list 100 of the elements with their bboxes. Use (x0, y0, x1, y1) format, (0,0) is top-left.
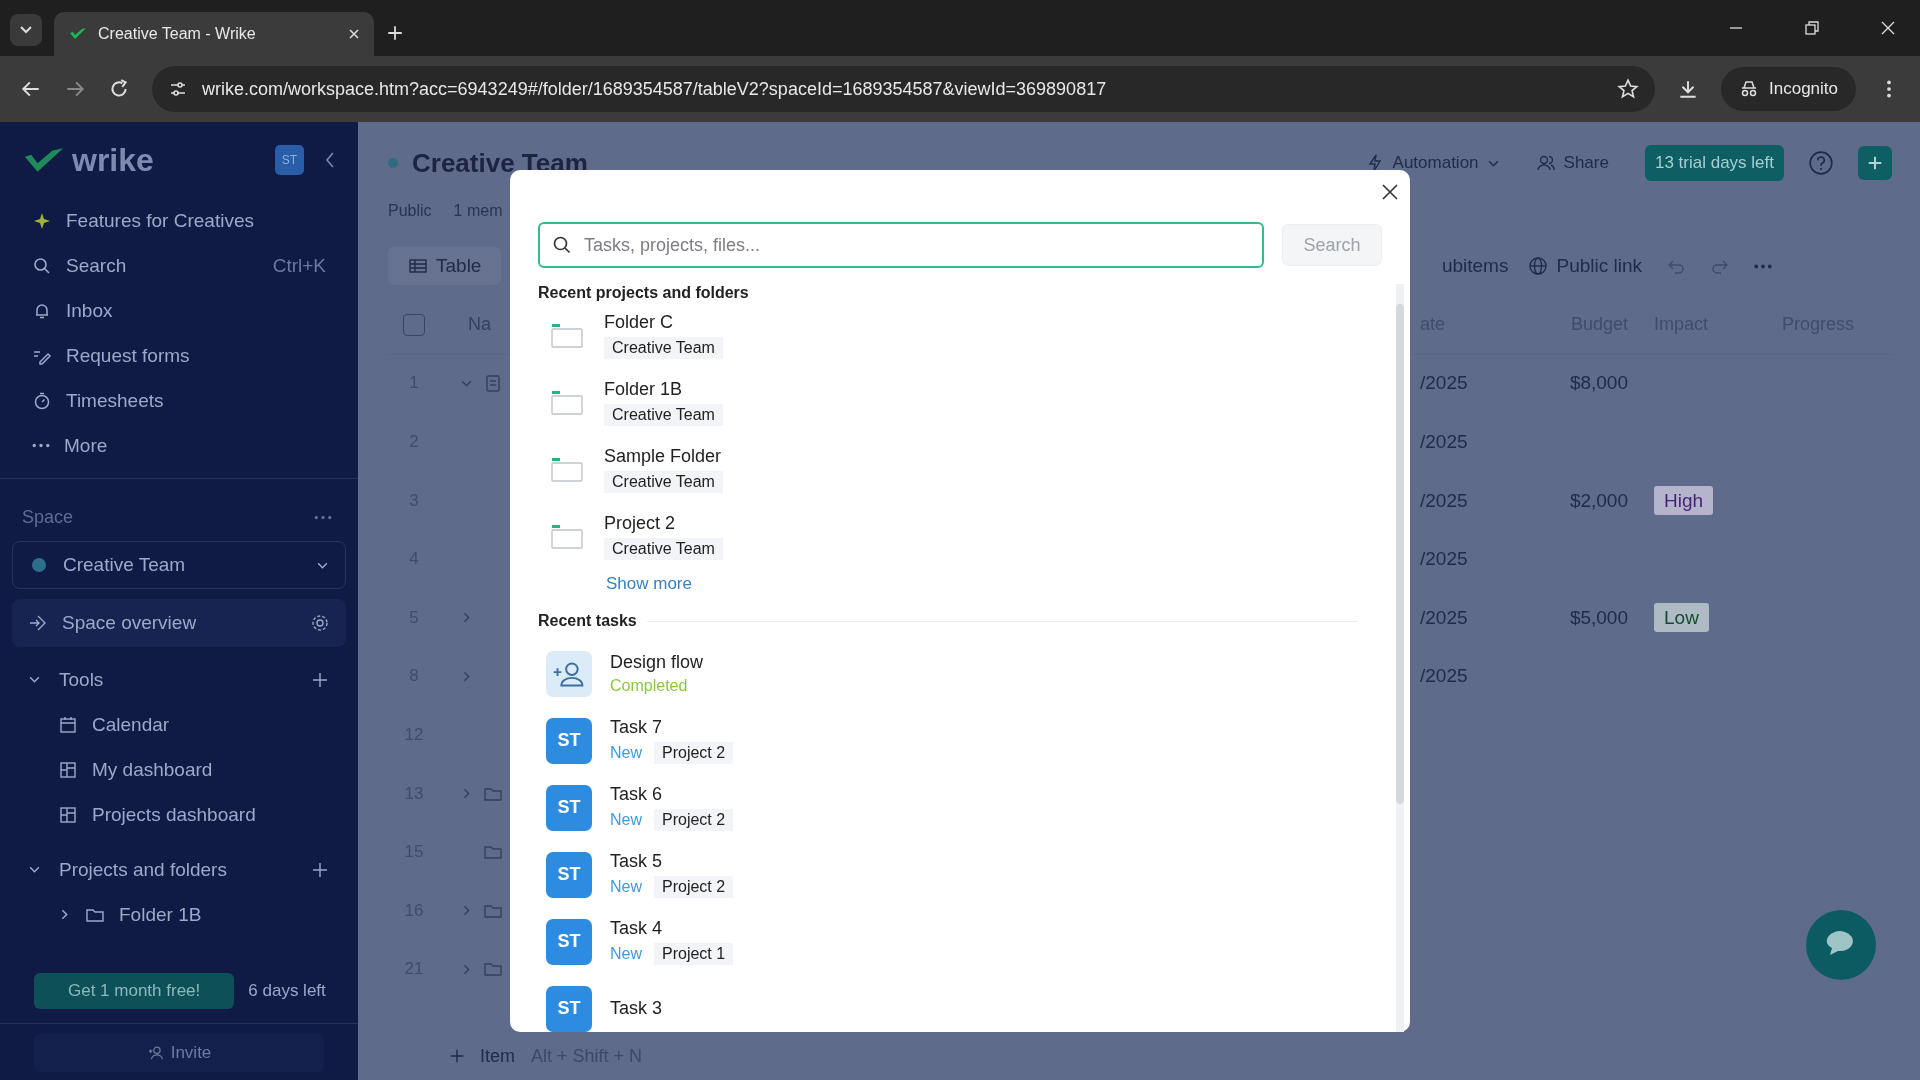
site-settings-icon[interactable] (168, 79, 188, 99)
budget-cell: $8,000 (1569, 372, 1628, 394)
task-title: Task 6 (610, 784, 663, 805)
item-title: Folder C (604, 312, 674, 333)
task-title: Task 4 (610, 918, 663, 939)
tab-list-icon[interactable] (10, 14, 42, 46)
dashboard-icon (58, 804, 78, 825)
browser-tab[interactable]: Creative Team - Wrike (54, 12, 374, 56)
project-tag: Project 1 (654, 943, 734, 965)
trial-button[interactable]: 13 trial days left (1644, 145, 1784, 181)
star-icon[interactable] (1617, 78, 1639, 100)
new-tab-icon[interactable] (386, 24, 404, 42)
restore-icon[interactable] (1804, 20, 1820, 36)
close-icon[interactable] (1380, 182, 1400, 202)
chat-icon[interactable] (1806, 910, 1876, 980)
collapse-icon[interactable] (324, 150, 336, 170)
sidebar-item[interactable]: Calendar (12, 702, 346, 747)
show-more-link[interactable]: Show more (606, 574, 692, 594)
date-cell: /2025 (1420, 548, 1468, 570)
space-tag: Creative Team (604, 404, 723, 426)
status-label: New (610, 878, 642, 896)
download-icon[interactable] (1677, 78, 1699, 100)
search-field[interactable]: Tasks, projects, files... (538, 222, 1264, 268)
status-label: New (610, 945, 642, 963)
enter-icon (28, 613, 48, 633)
recent-task-item[interactable]: ST Task 5 New Project 2 (538, 841, 1388, 908)
task-title: Design flow (610, 652, 704, 673)
section-header[interactable]: Projects and folders (12, 847, 346, 892)
add-button[interactable] (1858, 146, 1892, 180)
sidebar-item[interactable]: Request forms (12, 333, 346, 378)
recent-task-item[interactable]: ST Task 7 New Project 2 (538, 707, 1388, 774)
scroll-thumb[interactable] (1396, 304, 1404, 804)
clipboard-icon (483, 373, 503, 394)
gear-icon[interactable] (310, 613, 330, 633)
sidebar-item[interactable]: Timesheets (12, 378, 346, 423)
sidebar-item[interactable]: More (12, 423, 346, 468)
recent-task-item[interactable]: ST Task 3 (538, 975, 1388, 1032)
address-bar[interactable]: wrike.com/workspace.htm?acc=6943249#/folder/1689354587/tableV2?spaceId=1689354587&viewId=369890817 (152, 66, 1655, 112)
recent-task-item[interactable]: ST Task 6 New Project 2 (538, 774, 1388, 841)
space-dropdown[interactable]: Creative Team (12, 541, 346, 589)
space-tag: Creative Team (604, 337, 723, 359)
reload-icon[interactable] (108, 78, 130, 100)
sidebar-item[interactable]: Folder 1B (12, 892, 346, 937)
tab-title: Creative Team - Wrike (98, 25, 257, 43)
promo-button[interactable]: Get 1 month free! (34, 973, 235, 1009)
recent-project-item[interactable]: Folder C Creative Team (538, 302, 1388, 369)
folder-icon (550, 456, 584, 483)
budget-cell: $5,000 (1569, 606, 1628, 628)
url-text: wrike.com/workspace.htm?acc=6943249#/folder/1689354587/tableV2?spaceId=1689354587&viewId=369890817 (202, 78, 1107, 100)
user-avatar: ST (546, 985, 592, 1032)
profile-label: Incognito (1769, 79, 1838, 99)
item-title: Folder 1B (604, 379, 683, 400)
space-overview-item[interactable]: Space overview (12, 599, 346, 647)
sidebar-item[interactable]: Features for Creatives (12, 198, 346, 243)
more-icon[interactable] (314, 514, 332, 520)
date-cell: /2025 (1420, 489, 1468, 511)
scrollbar[interactable] (1396, 284, 1404, 1032)
more-icon[interactable] (1754, 263, 1772, 269)
incognito-badge[interactable]: Incognito (1721, 67, 1856, 111)
user-avatar: ST (546, 717, 592, 764)
space-tag: Creative Team (604, 538, 723, 560)
add-person-icon (546, 650, 592, 697)
search-icon (32, 255, 52, 276)
sidebar-item[interactable]: Search Ctrl+K (12, 243, 346, 288)
user-avatar: ST (546, 784, 592, 831)
invite-button[interactable]: Invite (34, 1034, 324, 1072)
close-icon[interactable] (348, 28, 360, 40)
section-heading: Recent projects and folders (538, 284, 749, 302)
recent-task-item[interactable]: Design flow Completed (538, 640, 1388, 707)
item-title: Sample Folder (604, 446, 722, 467)
space-icon (388, 158, 398, 168)
date-cell: /2025 (1420, 431, 1468, 452)
status-label: Completed (610, 677, 688, 695)
days-left: 6 days left (248, 981, 326, 1001)
task-title: Task 5 (610, 851, 663, 872)
select-all-checkbox[interactable] (403, 313, 425, 336)
status-label: New (610, 744, 642, 762)
sidebar-item[interactable]: Projects dashboard (12, 792, 346, 837)
globe-icon (1528, 256, 1549, 276)
date-cell: /2025 (1420, 606, 1468, 628)
add-icon (1866, 154, 1884, 172)
budget-cell: $2,000 (1569, 489, 1628, 511)
recent-project-item[interactable]: Sample Folder Creative Team (538, 436, 1388, 503)
recent-task-item[interactable]: ST Task 4 New Project 1 (538, 908, 1388, 975)
folder-icon (550, 389, 584, 416)
shortcut-hint: Ctrl+K (272, 254, 326, 277)
close-icon[interactable] (1880, 20, 1896, 36)
recent-project-item[interactable]: Folder 1B Creative Team (538, 369, 1388, 436)
more-icon (32, 443, 50, 448)
sidebar-item[interactable]: My dashboard (12, 747, 346, 792)
search-icon (552, 235, 572, 255)
task-title: Task 7 (610, 717, 663, 738)
user-avatar: ST (546, 918, 592, 965)
sidebar-item[interactable]: Inbox (12, 288, 346, 333)
folder-icon (550, 322, 584, 349)
add-person-icon (146, 1044, 165, 1062)
help-icon[interactable] (1808, 150, 1834, 176)
recent-project-item[interactable]: Project 2 Creative Team (538, 503, 1388, 570)
section-header[interactable]: Tools (12, 657, 346, 702)
project-tag: Project 2 (654, 809, 734, 831)
